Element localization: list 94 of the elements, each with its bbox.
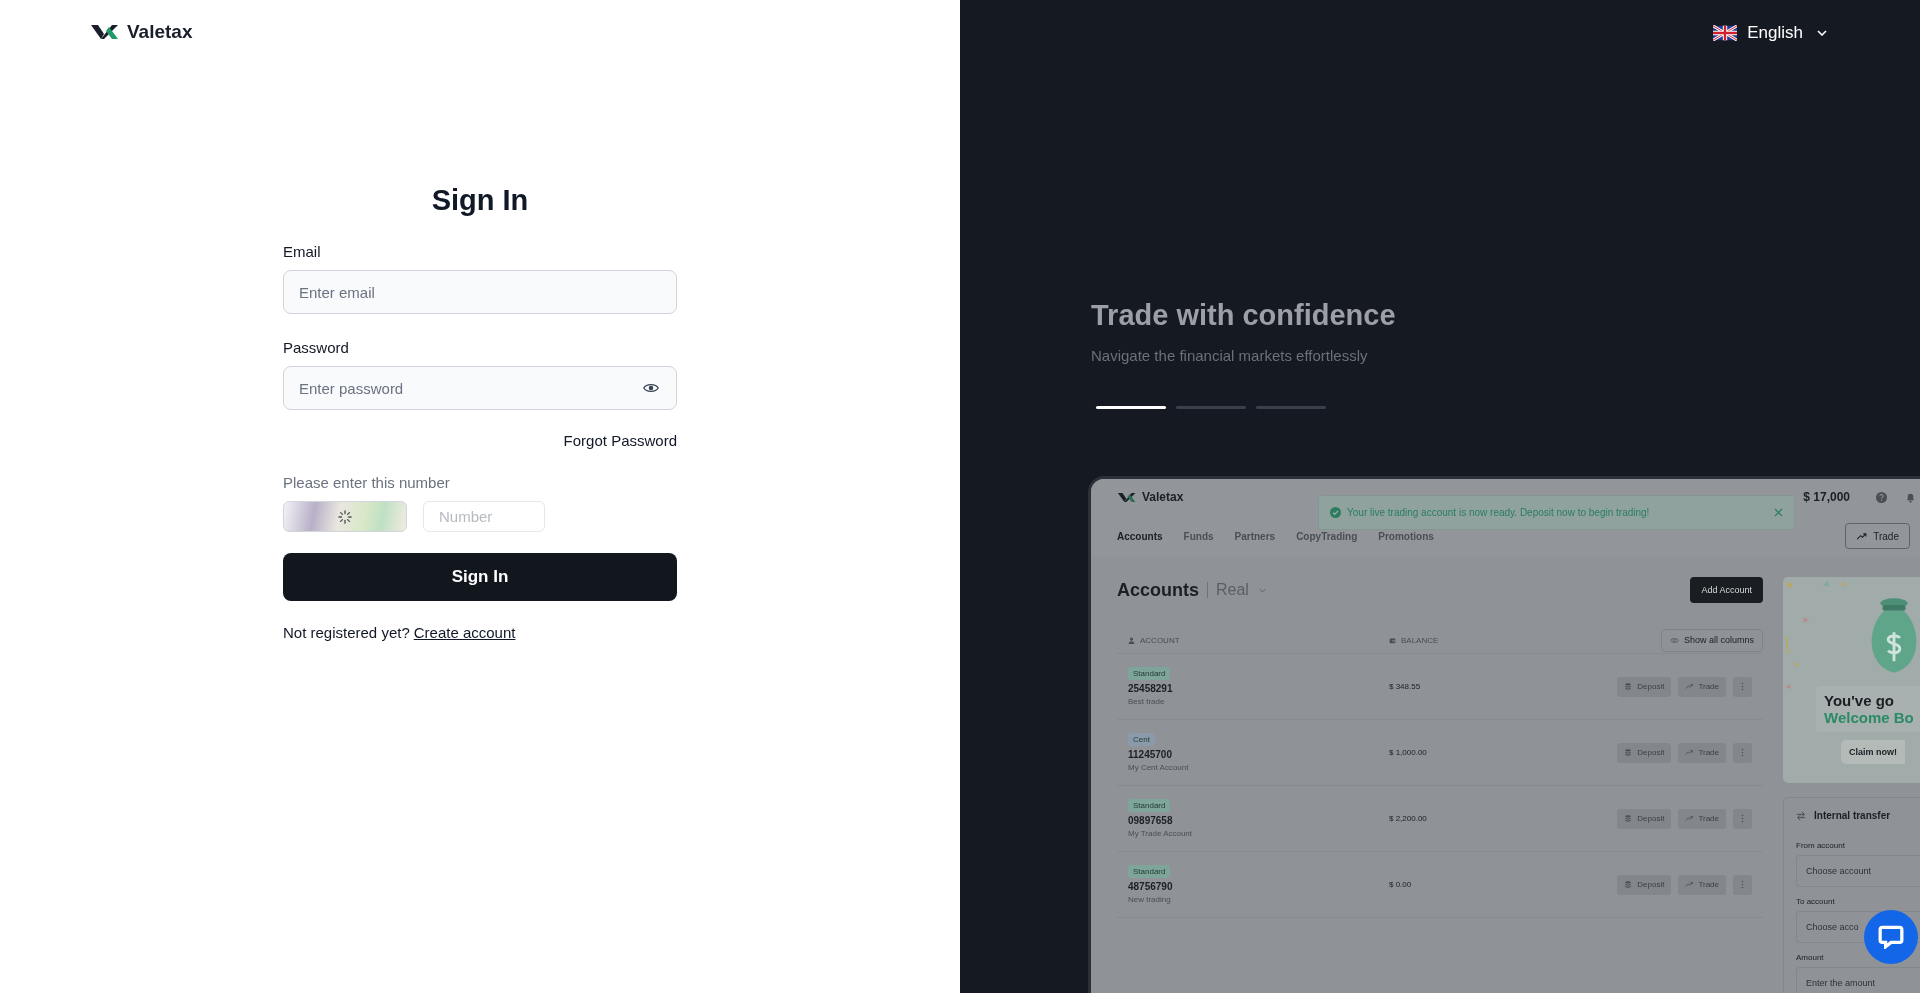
account-type-badge: Standard [1128,865,1171,878]
swap-icon [1796,810,1806,821]
column-header: ACCOUNT [1140,635,1180,645]
language-selector[interactable]: English [1713,20,1827,46]
logo-icon [1117,490,1137,504]
captcha-field[interactable]: Number [423,501,545,532]
total-funds-value[interactable]: $ 17,000 [1803,490,1850,504]
account-type-badge: Standard [1128,799,1171,812]
field-label: Amount [1796,953,1824,962]
trade-button[interactable]: Trade [1678,808,1726,829]
balance-cell-text: $ 348.55 [1389,682,1422,691]
help-icon[interactable] [1876,491,1887,503]
wallet-icon [1389,636,1396,644]
field-label: To account [1796,897,1835,906]
balance-cell-text: $ 2,200.00 [1389,814,1428,823]
close-icon[interactable] [1774,508,1783,517]
coins-icon [1624,749,1633,756]
captcha-label: Please enter this number [283,474,450,491]
claim-button[interactable]: Claim now! [1841,740,1905,764]
transfer-field[interactable]: Enter the amount [1796,967,1920,993]
account-name: New trading [1128,895,1171,904]
deposit-button[interactable]: Deposit [1617,874,1672,895]
account-type-badge: Cent [1128,733,1155,746]
email-field[interactable]: Enter email [283,270,677,314]
coins-icon [1624,683,1633,690]
more-button[interactable] [1733,742,1752,763]
account-number: 11245700 [1128,749,1172,760]
slide-indicator[interactable] [1096,406,1166,409]
nav-tab[interactable]: Funds [1183,530,1214,542]
coins-icon [1624,881,1633,888]
spinner-icon [338,509,352,524]
logo-icon [90,22,120,42]
trend-up-icon [1856,532,1868,540]
field-label: Password [283,339,349,356]
add-account-button[interactable]: Add Account [1690,577,1763,603]
account-number: 25458291 [1128,683,1173,694]
forgot-password-link[interactable]: Forgot Password [563,432,677,449]
slide-indicator[interactable] [1256,406,1326,409]
trend-up-icon [1685,683,1694,690]
sign-in-button[interactable]: Sign In [283,553,677,601]
account-name: Best trade [1128,697,1165,706]
nav-tab[interactable]: Promotions [1378,530,1434,542]
trend-up-icon [1685,815,1694,822]
logo-text: Valetax [127,21,193,43]
create-account-link[interactable]: Create account [413,624,516,641]
coins-icon [1624,815,1633,822]
balance-cell-text: $ 0.00 [1389,880,1413,889]
deposit-button[interactable]: Deposit [1617,742,1672,763]
trade-button[interactable]: Trade [1678,874,1726,895]
user-icon [1128,636,1135,644]
page-heading: Accounts [1117,579,1199,601]
deposit-button[interactable]: Deposit [1617,676,1672,697]
trade-button[interactable]: Trade [1845,523,1910,549]
register-prompt: Not registered yet? [283,624,410,641]
check-circle-icon [1330,507,1341,518]
flag-icon [1713,25,1738,41]
password-field[interactable]: Enter password [283,366,677,410]
eye-icon [1669,636,1679,644]
account-name: My Cent Account [1128,763,1189,772]
account-number: 48756790 [1128,881,1173,892]
promo-highlight: Welcome Bo [1824,709,1914,726]
chat-icon [1878,925,1904,949]
trade-button[interactable]: Trade [1678,742,1726,763]
account-type-badge: Standard [1128,667,1171,680]
trend-up-icon [1685,749,1694,756]
more-button[interactable] [1733,676,1752,697]
eye-icon[interactable] [643,382,659,394]
nav-tab[interactable]: CopyTrading [1296,530,1358,542]
slide-indicator[interactable] [1176,406,1246,409]
transfer-title: Internal transfer [1814,810,1891,821]
chevron-down-icon [1258,587,1266,593]
deposit-button[interactable]: Deposit [1617,808,1672,829]
account-number: 09897658 [1128,815,1173,826]
field-label: From account [1796,841,1845,850]
trend-up-icon [1685,881,1694,888]
balance-cell-text: $ 1,000.00 [1389,748,1428,757]
chevron-down-icon [1817,30,1827,36]
form-title: Sign In [430,183,530,217]
trade-button[interactable]: Trade [1678,676,1726,697]
promo-title: You've go [1824,692,1894,709]
field-label: Email [283,243,321,260]
nav-tab[interactable]: Partners [1234,530,1276,542]
account-name: My Trade Account [1128,829,1193,838]
logo-text: Valetax [1142,490,1184,504]
nav-tab[interactable]: Accounts [1117,530,1163,542]
transfer-field[interactable]: Choose account [1796,855,1920,887]
more-button[interactable] [1733,874,1752,895]
column-header: BALANCE [1401,635,1439,645]
hero-title: Trade with confidence [1091,298,1397,332]
more-button[interactable] [1733,808,1752,829]
bell-icon[interactable] [1905,491,1916,503]
hero-subtitle: Navigate the financial markets effortlessly [1091,346,1369,366]
toast-message: Your live trading account is now ready. Deposit now to begin trading! [1347,507,1651,518]
show-all-columns-button[interactable]: Show all columns [1660,628,1763,652]
